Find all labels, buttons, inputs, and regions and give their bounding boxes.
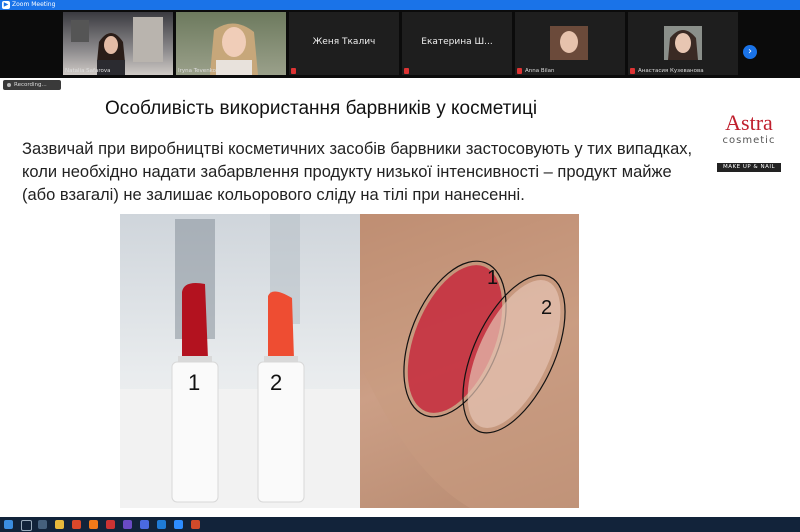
zoom-icon: ▶ (2, 1, 10, 9)
participant-name: Екатерина Ш... (421, 37, 493, 47)
swatch-1-label: 1 (487, 267, 498, 289)
muted-mic-icon (517, 68, 522, 74)
chrome-icon[interactable] (72, 520, 81, 529)
search-icon[interactable] (21, 520, 32, 531)
recording-indicator[interactable]: Recording... (3, 80, 61, 90)
lipsticks-photo: 1 2 (120, 214, 360, 508)
muted-mic-icon (630, 68, 635, 74)
participant-tile-natalia[interactable]: Natalia Safarova (63, 12, 173, 75)
participant-name: Анастасия Кузеванова (638, 68, 704, 74)
teams-icon[interactable] (140, 520, 149, 529)
lipstick-2-label: 2 (270, 370, 282, 395)
participant-tile-anna[interactable]: Anna Bilan (515, 12, 625, 75)
participant-video (210, 23, 258, 75)
logo-brand: Astra (725, 110, 773, 135)
logo-tagline: MAKE UP & NAIL (717, 163, 781, 172)
recording-label: Recording... (14, 82, 47, 88)
powerpoint-icon[interactable] (191, 520, 200, 529)
swatch-illustration: 1 2 (360, 214, 579, 508)
hand-swatch-photo: 1 2 (360, 214, 579, 508)
muted-mic-icon (404, 68, 409, 74)
windows-start-icon[interactable] (4, 520, 13, 529)
astra-cosmetic-logo: Astra cosmetic MAKE UP & NAIL (712, 95, 786, 173)
participant-name: Anna Bilan (525, 68, 555, 74)
participant-gallery: Natalia Safarova Iryna Tevenko Женя Ткал… (0, 10, 800, 78)
participant-tile-anastasia[interactable]: Анастасия Кузеванова (628, 12, 738, 75)
participant-name: Iryna Tevenko (178, 68, 217, 74)
participant-tile-zhenya[interactable]: Женя Ткалич (289, 12, 399, 75)
participant-avatar (550, 26, 588, 60)
swatch-2-label: 2 (541, 297, 552, 319)
slide-title: Особливість використання барвників у кос… (105, 98, 538, 119)
task-view-icon[interactable] (38, 520, 47, 529)
logo-sub: cosmetic (722, 135, 776, 146)
next-page-chevron-icon[interactable]: › (743, 45, 757, 59)
participant-tile-iryna[interactable]: Iryna Tevenko (176, 12, 286, 75)
window-titlebar: ▶ Zoom Meeting (0, 0, 800, 10)
participant-name: Natalia Safarova (65, 68, 111, 74)
participant-avatar (664, 26, 702, 60)
windows-taskbar (0, 517, 800, 532)
edge-icon[interactable] (157, 520, 166, 529)
slide-body-text: Зазвичай при виробництві косметичних зас… (22, 140, 693, 204)
muted-mic-icon (291, 68, 296, 74)
firefox-icon[interactable] (89, 520, 98, 529)
file-explorer-icon[interactable] (55, 520, 64, 529)
lipstick-1-label: 1 (188, 370, 200, 395)
participant-name: Женя Ткалич (312, 37, 376, 47)
lipsticks-illustration: 1 2 (120, 214, 360, 508)
viber-icon[interactable] (123, 520, 132, 529)
recording-dot-icon (7, 82, 11, 87)
zoom-taskbar-icon[interactable] (174, 520, 183, 529)
app-icon[interactable] (106, 520, 115, 529)
participant-video (71, 17, 163, 75)
participant-tile-ekaterina[interactable]: Екатерина Ш... (402, 12, 512, 75)
window-title: Zoom Meeting (12, 1, 56, 8)
